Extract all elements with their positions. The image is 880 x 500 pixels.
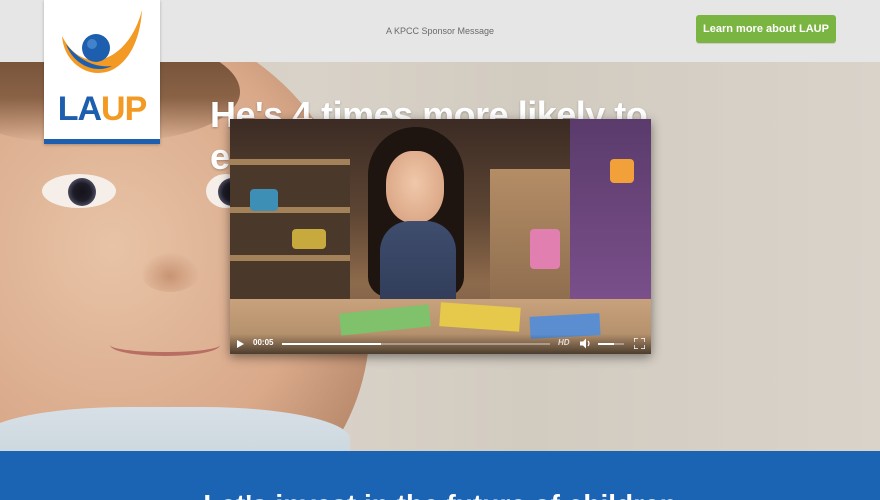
video-girl-face [386, 151, 444, 223]
video-scene-toy [250, 189, 278, 211]
hd-badge[interactable]: HD [558, 338, 570, 347]
video-timecode: 00:05 [253, 338, 274, 347]
video-girl-dress [380, 221, 456, 311]
video-progress-fill [282, 343, 382, 345]
laup-logo-text: LAUP [44, 90, 160, 129]
play-icon[interactable] [237, 340, 244, 348]
video-progress-bar[interactable] [282, 343, 550, 345]
bottom-band-heading: Let's invest in the future of children [0, 489, 880, 500]
hero-boy-smile [110, 334, 220, 356]
logo-text-la: LA [57, 90, 102, 128]
video-controls: 00:05 HD [230, 334, 651, 354]
video-scene-wall [570, 119, 651, 299]
logo-underline [44, 139, 160, 144]
laup-logo-mark-icon [62, 10, 142, 73]
fullscreen-icon[interactable] [634, 338, 645, 349]
video-scene-toy [530, 229, 560, 269]
laup-logo[interactable]: LAUP [44, 0, 160, 144]
volume-slider[interactable] [598, 343, 624, 345]
hero-boy-shirt [0, 407, 350, 451]
video-scene-toy [610, 159, 634, 183]
video-player[interactable]: 00:05 HD [230, 119, 651, 354]
bottom-band: Let's invest in the future of children [0, 451, 880, 500]
video-scene-toy [292, 229, 326, 249]
hero-boy-left-eye [42, 174, 116, 208]
volume-fill [598, 343, 614, 345]
logo-text-up: UP [101, 90, 147, 128]
learn-more-button[interactable]: Learn more about LAUP [696, 15, 836, 43]
video-scene-shelf [230, 159, 350, 309]
hero-boy-nose [140, 252, 200, 292]
volume-icon[interactable] [580, 338, 592, 349]
